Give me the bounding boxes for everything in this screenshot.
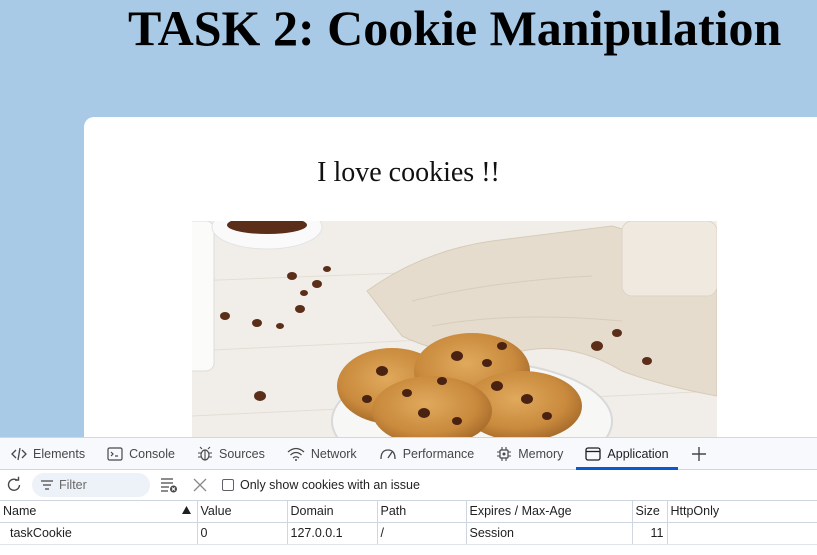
cookies-toolbar: Only show cookies with an issue <box>0 470 817 501</box>
tab-performance[interactable]: Performance <box>368 438 486 469</box>
issue-checkbox-label: Only show cookies with an issue <box>240 478 420 492</box>
bug-icon <box>197 446 212 461</box>
cell-name[interactable]: taskCookie <box>0 522 198 545</box>
cell-domain[interactable]: 127.0.0.1 <box>287 522 378 545</box>
tab-label: Application <box>607 446 669 461</box>
page-title: TASK 2: Cookie Manipulation <box>128 0 782 56</box>
table-row[interactable]: taskCookie 0 127.0.0.1 / Session 11 <box>0 522 817 545</box>
cell-value[interactable]: 0 <box>197 522 288 545</box>
filter-input[interactable] <box>59 478 139 492</box>
plus-icon <box>691 446 706 461</box>
devtools-tabbar: Elements Console Sources Network Perform… <box>0 438 817 470</box>
window-icon <box>585 446 602 461</box>
column-header-name[interactable]: Name <box>0 501 198 523</box>
column-label: Name <box>3 504 37 519</box>
tab-application[interactable]: Application <box>574 438 679 470</box>
gauge-icon <box>380 448 396 459</box>
clear-list-icon <box>161 478 177 493</box>
tab-label: Memory <box>518 446 564 461</box>
tab-label: Elements <box>33 446 86 461</box>
devtools-panel: Elements Console Sources Network Perform… <box>0 437 817 555</box>
issue-filter-checkbox[interactable]: Only show cookies with an issue <box>222 478 420 492</box>
cookies-table: Name Value Domain Path Expires / Max-Age… <box>0 501 817 545</box>
refresh-icon <box>7 476 21 491</box>
filter-field[interactable] <box>32 473 150 497</box>
tab-network[interactable]: Network <box>276 438 368 469</box>
refresh-button[interactable] <box>4 475 24 495</box>
checkbox-box[interactable] <box>222 479 234 491</box>
tab-console[interactable]: Console <box>96 438 186 469</box>
filter-icon <box>41 480 53 490</box>
close-icon <box>193 478 207 492</box>
column-header-httponly[interactable]: HttpOnly <box>667 501 817 523</box>
sort-ascending-icon <box>181 506 191 514</box>
tab-label: Console <box>129 446 175 461</box>
chip-icon <box>497 446 512 461</box>
delete-selected-button[interactable] <box>189 474 211 496</box>
tab-elements[interactable]: Elements <box>0 438 96 469</box>
tab-sources[interactable]: Sources <box>186 438 276 469</box>
wifi-icon <box>287 447 305 461</box>
clear-all-cookies-button[interactable] <box>158 474 180 496</box>
table-header-row: Name Value Domain Path Expires / Max-Age… <box>0 501 817 523</box>
card-heading: I love cookies !! <box>317 157 500 188</box>
cell-expires[interactable]: Session <box>466 522 633 545</box>
add-tab-button[interactable] <box>680 438 718 469</box>
console-icon <box>107 446 123 461</box>
cell-httponly[interactable] <box>667 522 817 545</box>
column-header-value[interactable]: Value <box>197 501 288 523</box>
column-header-domain[interactable]: Domain <box>287 501 378 523</box>
tab-label: Performance <box>402 446 475 461</box>
column-header-expires[interactable]: Expires / Max-Age <box>466 501 633 523</box>
tab-memory[interactable]: Memory <box>485 438 574 469</box>
cookie-photo <box>192 221 717 441</box>
column-header-path[interactable]: Path <box>377 501 467 523</box>
tab-label: Network <box>310 446 357 461</box>
cell-size[interactable]: 11 <box>632 522 668 545</box>
cookie-photo-illustration <box>192 221 717 441</box>
column-header-size[interactable]: Size <box>632 501 668 523</box>
tab-label: Sources <box>218 446 265 461</box>
code-icon <box>11 447 27 460</box>
cell-path[interactable]: / <box>377 522 467 545</box>
